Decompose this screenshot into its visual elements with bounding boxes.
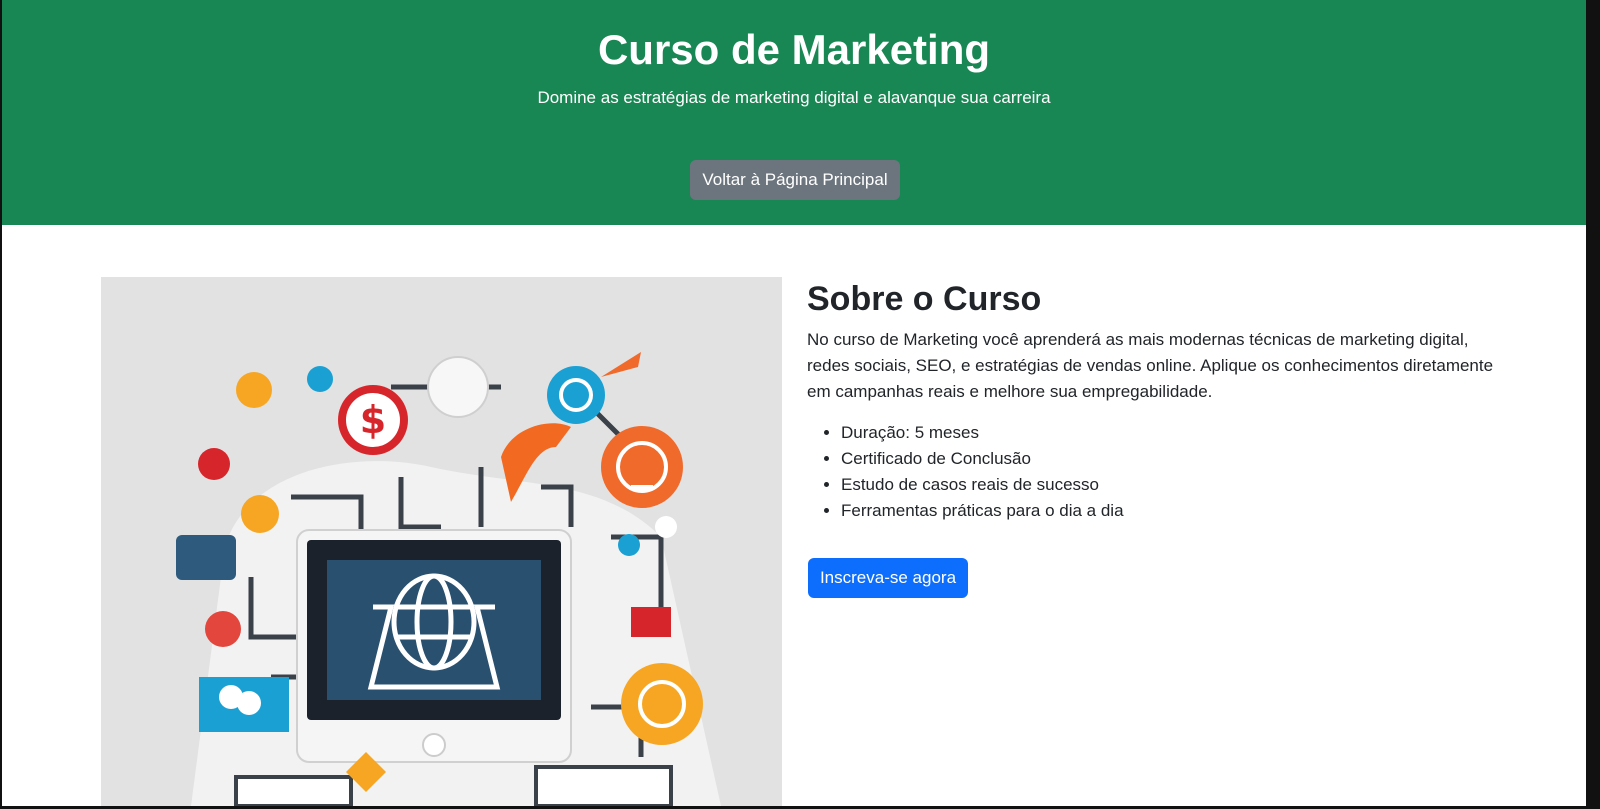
feature-item: Estudo de casos reais de sucesso bbox=[841, 472, 1124, 498]
feature-item: Certificado de Conclusão bbox=[841, 446, 1124, 472]
svg-text:$: $ bbox=[360, 398, 386, 442]
feature-item: Ferramentas práticas para o dia a dia bbox=[841, 498, 1124, 524]
hero-banner: Curso de Marketing Domine as estratégias… bbox=[2, 0, 1586, 225]
page-title: Curso de Marketing bbox=[597, 26, 991, 73]
course-image: $ bbox=[101, 277, 782, 806]
page-subtitle: Domine as estratégias de marketing digit… bbox=[537, 88, 1051, 107]
about-heading: Sobre o Curso bbox=[807, 280, 1042, 318]
feature-list: Duração: 5 meses Certificado de Conclusã… bbox=[807, 420, 1124, 524]
back-to-home-button[interactable]: Voltar à Página Principal bbox=[690, 160, 900, 200]
scrollbar[interactable] bbox=[1586, 0, 1600, 809]
about-description: No curso de Marketing você aprenderá as … bbox=[807, 330, 1494, 401]
enroll-button[interactable]: Inscreva-se agora bbox=[808, 558, 968, 598]
marketing-illustration-icon: $ bbox=[101, 277, 782, 806]
feature-item: Duração: 5 meses bbox=[841, 420, 1124, 446]
browser-viewport: Curso de Marketing Domine as estratégias… bbox=[2, 0, 1586, 806]
